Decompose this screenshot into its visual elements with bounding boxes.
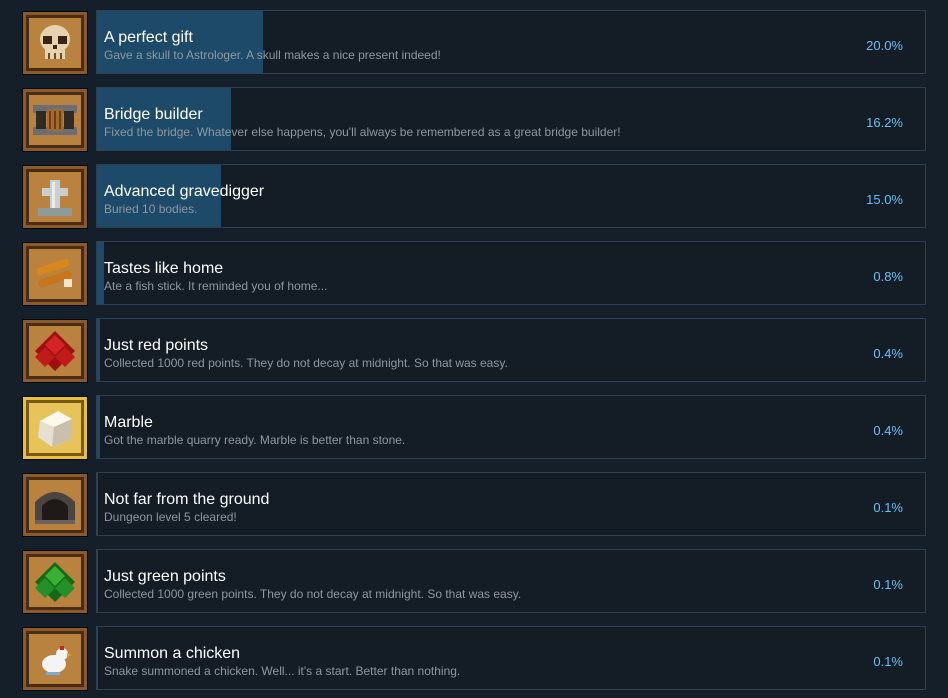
achievement-icon xyxy=(22,319,88,383)
achievement-title: Just green points xyxy=(104,568,226,585)
dungeon-icon xyxy=(35,492,75,524)
unlock-percent: 16.2% xyxy=(866,115,903,130)
achievement-title: Tastes like home xyxy=(104,260,224,277)
unlock-percent: 20.0% xyxy=(866,38,903,53)
achievement-icon xyxy=(22,88,88,152)
chicken-icon xyxy=(42,646,72,675)
achievement-description: Got the marble quarry ready. Marble is b… xyxy=(104,433,406,447)
achievement-description: Collected 1000 red points. They do not d… xyxy=(104,356,508,370)
achievement-description: Snake summoned a chicken. Well... it's a… xyxy=(104,664,461,678)
unlock-percent-bar xyxy=(97,473,98,535)
achievement-description: Dungeon level 5 cleared! xyxy=(104,510,237,524)
unlock-percent-bar xyxy=(97,242,104,304)
unlock-percent-bar xyxy=(97,627,98,689)
achievement-title: A perfect gift xyxy=(104,29,193,46)
achievement-panel: Summon a chicken Snake summoned a chicke… xyxy=(96,626,926,690)
gravestone-icon xyxy=(38,180,72,216)
achievement-panel: Just green points Collected 1000 green p… xyxy=(96,549,926,613)
unlock-percent-bar xyxy=(97,396,101,458)
achievement-description: Ate a fish stick. It reminded you of hom… xyxy=(104,279,328,293)
bridge-icon xyxy=(33,105,77,135)
achievement-description: Fixed the bridge. Whatever else happens,… xyxy=(104,125,621,139)
achievement-row[interactable]: Not far from the ground Dungeon level 5 … xyxy=(22,472,926,538)
achievement-panel: Not far from the ground Dungeon level 5 … xyxy=(96,472,926,536)
achievement-title: Advanced gravedigger xyxy=(104,183,265,200)
achievement-description: Gave a skull to Astrologer. A skull make… xyxy=(104,48,441,62)
unlock-percent: 0.8% xyxy=(873,269,903,284)
achievement-title: Just red points xyxy=(104,337,209,354)
achievement-panel: Bridge builder Fixed the bridge. Whateve… xyxy=(96,87,926,151)
achievement-icon xyxy=(22,396,88,460)
achievement-panel: Marble Got the marble quarry ready. Marb… xyxy=(96,395,926,459)
achievement-icon xyxy=(22,11,88,75)
marble-icon xyxy=(38,411,72,447)
skull-icon xyxy=(40,25,70,59)
achievement-icon xyxy=(22,550,88,614)
red-points-icon xyxy=(35,331,75,371)
achievement-icon xyxy=(22,242,88,306)
unlock-percent: 15.0% xyxy=(866,192,903,207)
achievement-title: Marble xyxy=(104,414,153,431)
achievement-row[interactable]: A perfect gift Gave a skull to Astrologe… xyxy=(22,10,926,76)
achievement-title: Not far from the ground xyxy=(104,491,270,508)
unlock-percent-bar xyxy=(97,319,101,381)
achievement-row[interactable]: Just green points Collected 1000 green p… xyxy=(22,549,926,615)
achievement-row[interactable]: Just red points Collected 1000 red point… xyxy=(22,318,926,384)
achievement-row[interactable]: Summon a chicken Snake summoned a chicke… xyxy=(22,626,926,692)
achievement-panel: Just red points Collected 1000 red point… xyxy=(96,318,926,382)
fish-stick-icon xyxy=(36,258,72,288)
achievement-row[interactable]: Advanced gravedigger Buried 10 bodies. 1… xyxy=(22,164,926,230)
unlock-percent: 0.4% xyxy=(873,423,903,438)
achievement-title: Bridge builder xyxy=(104,106,203,123)
achievement-icon xyxy=(22,165,88,229)
achievement-icon xyxy=(22,473,88,537)
unlock-percent: 0.4% xyxy=(873,346,903,361)
green-points-icon xyxy=(35,562,75,602)
achievement-description: Buried 10 bodies. xyxy=(104,202,198,216)
achievement-row[interactable]: Tastes like home Ate a fish stick. It re… xyxy=(22,241,926,307)
unlock-percent: 0.1% xyxy=(873,500,903,515)
achievement-description: Collected 1000 green points. They do not… xyxy=(104,587,522,601)
achievement-row[interactable]: Bridge builder Fixed the bridge. Whateve… xyxy=(22,87,926,153)
achievement-panel: A perfect gift Gave a skull to Astrologe… xyxy=(96,10,926,74)
achievement-title: Summon a chicken xyxy=(104,645,241,662)
unlock-percent-bar xyxy=(97,550,98,612)
achievement-panel: Advanced gravedigger Buried 10 bodies. 1… xyxy=(96,164,926,228)
unlock-percent: 0.1% xyxy=(873,654,903,669)
unlock-percent: 0.1% xyxy=(873,577,903,592)
achievement-icon xyxy=(22,627,88,691)
achievement-row[interactable]: Marble Got the marble quarry ready. Marb… xyxy=(22,395,926,461)
achievement-panel: Tastes like home Ate a fish stick. It re… xyxy=(96,241,926,305)
achievement-list: A perfect gift Gave a skull to Astrologe… xyxy=(0,0,948,698)
